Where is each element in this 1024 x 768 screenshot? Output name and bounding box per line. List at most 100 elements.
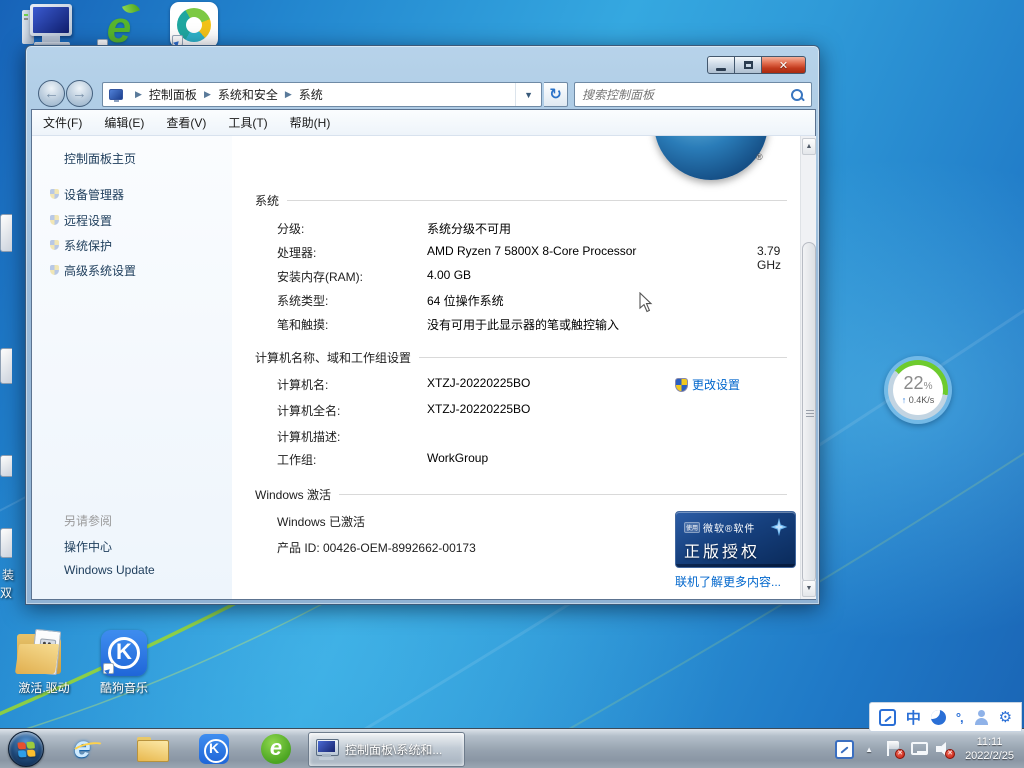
breadcrumb-system-security[interactable]: 系统和安全 <box>218 86 278 103</box>
section-header-system: 系统 <box>255 192 787 209</box>
refresh-button[interactable]: ↻ <box>544 82 568 107</box>
computer-icon <box>22 4 74 50</box>
menu-help[interactable]: 帮助(H) <box>279 114 342 131</box>
show-hidden-icons-chevron[interactable]: ▲ <box>865 745 873 754</box>
section-header-activation: Windows 激活 <box>255 486 787 503</box>
clock-date: 2022/2/25 <box>965 749 1014 763</box>
clock-time: 11:11 <box>965 735 1014 749</box>
shield-icon <box>50 240 59 250</box>
sidebar-item-system-protection[interactable]: 系统保护 <box>64 237 112 254</box>
close-button[interactable]: ✕ <box>762 56 806 74</box>
network-icon[interactable] <box>909 739 929 759</box>
main-pane: ® 系统 分级: 系统分级不可用 处理器: AMD Ryzen 7 5800X … <box>232 136 800 599</box>
partial-icon-label: 装 <box>2 566 14 583</box>
row-system-type: 系统类型: 64 位操作系统 <box>277 292 790 309</box>
shield-icon <box>50 265 59 275</box>
taskbar-active-window-button[interactable]: 控制面板\系统和... <box>308 732 465 767</box>
partial-desktop-icon[interactable] <box>0 214 12 252</box>
shield-icon <box>50 189 59 199</box>
partial-desktop-icon[interactable] <box>0 455 12 477</box>
breadcrumb-arrow-icon: ▶ <box>135 89 142 100</box>
system-page-icon <box>109 89 123 100</box>
row-processor: 处理器: AMD Ryzen 7 5800X 8-Core Processor … <box>277 244 790 261</box>
breadcrumb-control-panel[interactable]: 控制面板 <box>149 86 197 103</box>
tray-ime-icon[interactable] <box>835 740 854 759</box>
partial-desktop-icon[interactable] <box>0 528 12 558</box>
search-input[interactable] <box>575 88 789 102</box>
upload-arrow-icon: ↑ <box>902 395 907 405</box>
ime-chinese-mode-icon[interactable]: 中 <box>906 707 921 728</box>
folder-icon <box>17 630 71 676</box>
vertical-scrollbar[interactable]: ▲ ▼ <box>800 136 816 599</box>
back-button[interactable]: ← <box>38 80 65 107</box>
ime-user-icon[interactable] <box>973 710 989 725</box>
taskbar-360-browser-icon[interactable] <box>261 734 291 764</box>
desktop-icon-label: 酷狗音乐 <box>88 679 160 696</box>
search-icon[interactable] <box>789 87 805 103</box>
ime-logo-icon[interactable] <box>879 709 896 726</box>
sidebar-item-action-center[interactable]: 操作中心 <box>64 538 112 555</box>
row-rating: 分级: 系统分级不可用 <box>277 220 790 237</box>
row-memory: 安装内存(RAM): 4.00 GB <box>277 268 790 285</box>
breadcrumb-system[interactable]: 系统 <box>299 86 323 103</box>
action-center-flag-icon[interactable]: ✕ <box>884 739 904 759</box>
scroll-up-icon[interactable]: ▲ <box>802 138 816 155</box>
desktop-icon-computer[interactable] <box>12 4 84 50</box>
desktop-icon-activate-driver[interactable]: 激活.驱动 <box>8 630 80 696</box>
desktop-icon-swirl-app[interactable] <box>158 2 230 48</box>
row-workgroup: 工作组: WorkGroup <box>277 451 790 468</box>
minimize-button[interactable] <box>707 56 735 74</box>
section-header-computer-name: 计算机名称、域和工作组设置 <box>255 349 787 366</box>
breadcrumb-arrow-icon: ▶ <box>204 89 211 100</box>
menu-edit[interactable]: 编辑(E) <box>93 114 155 131</box>
desktop-icon-kugou-music[interactable]: K 酷狗音乐 <box>88 630 160 696</box>
desktop-icon-label: 激活.驱动 <box>8 679 80 696</box>
ime-punctuation-icon[interactable]: °, <box>956 710 963 725</box>
sidebar-see-also-header: 另请参阅 <box>64 512 112 529</box>
sidebar-item-windows-update[interactable]: Windows Update <box>64 563 155 577</box>
upload-speed: 0.4K/s <box>909 395 935 405</box>
scroll-down-icon[interactable]: ▼ <box>802 580 816 597</box>
search-box[interactable] <box>574 82 812 107</box>
menu-file[interactable]: 文件(F) <box>32 114 93 131</box>
memory-percent: 22 <box>904 373 924 393</box>
registered-mark: ® <box>756 152 763 162</box>
learn-more-online-link[interactable]: 联机了解更多内容... <box>675 573 781 590</box>
window-body: 文件(F) 编辑(E) 查看(V) 工具(T) 帮助(H) 控制面板主页 设备管… <box>31 109 816 600</box>
sidebar-item-remote-settings[interactable]: 远程设置 <box>64 212 112 229</box>
menu-tools[interactable]: 工具(T) <box>217 114 278 131</box>
client-area: 控制面板主页 设备管理器 远程设置 系统保护 高级系统设置 另请参阅 操作中心 … <box>32 136 815 599</box>
menu-view[interactable]: 查看(V) <box>155 114 217 131</box>
scrollbar-thumb[interactable] <box>802 242 816 584</box>
sidebar-item-advanced-system-settings[interactable]: 高级系统设置 <box>64 262 136 279</box>
taskbar-explorer-icon[interactable] <box>137 734 167 764</box>
address-bar[interactable]: ▶ 控制面板 ▶ 系统和安全 ▶ 系统 ▼ <box>102 82 542 107</box>
rating-unavailable-link[interactable]: 系统分级不可用 <box>427 220 511 237</box>
change-settings-link[interactable]: 更改设置 <box>675 376 740 393</box>
ime-settings-gear-icon[interactable]: ⚙ <box>999 708 1012 726</box>
taskbar-ie-icon[interactable]: e <box>74 734 104 764</box>
row-computer-description: 计算机描述: <box>277 428 790 445</box>
ime-fullwidth-moon-icon[interactable] <box>931 710 946 725</box>
taskbar-kugou-icon[interactable] <box>199 734 229 764</box>
mouse-cursor <box>639 292 653 313</box>
partial-desktop-icon[interactable] <box>0 348 12 384</box>
row-pen-touch: 笔和触摸: 没有可用于此显示器的笔或触控输入 <box>277 316 790 333</box>
maximize-button[interactable] <box>735 56 762 74</box>
shield-icon <box>50 215 59 225</box>
taskbar-clock[interactable]: 11:11 2022/2/25 <box>965 735 1014 763</box>
volume-muted-icon[interactable]: ✕ <box>934 739 954 759</box>
star-sparkle-icon <box>769 517 789 537</box>
row-full-computer-name: 计算机全名: XTZJ-20220225BO <box>277 402 790 419</box>
forward-button[interactable]: → <box>66 80 93 107</box>
partial-icon-label: 双 <box>0 584 12 601</box>
address-dropdown-icon[interactable]: ▼ <box>515 83 541 106</box>
menu-bar: 文件(F) 编辑(E) 查看(V) 工具(T) 帮助(H) <box>32 110 815 136</box>
network-speed-widget[interactable]: 22% ↑ 0.4K/s <box>884 356 952 424</box>
sidebar-item-device-manager[interactable]: 设备管理器 <box>64 186 124 203</box>
system-control-panel-window: ✕ ← → ▶ 控制面板 ▶ 系统和安全 ▶ 系统 ▼ ↻ 文件(F <box>25 45 820 605</box>
sidebar-item-control-panel-home[interactable]: 控制面板主页 <box>64 150 136 167</box>
address-row: ← → ▶ 控制面板 ▶ 系统和安全 ▶ 系统 ▼ ↻ <box>26 79 819 109</box>
start-button[interactable] <box>8 731 44 767</box>
kugou-music-icon: K <box>101 630 147 676</box>
